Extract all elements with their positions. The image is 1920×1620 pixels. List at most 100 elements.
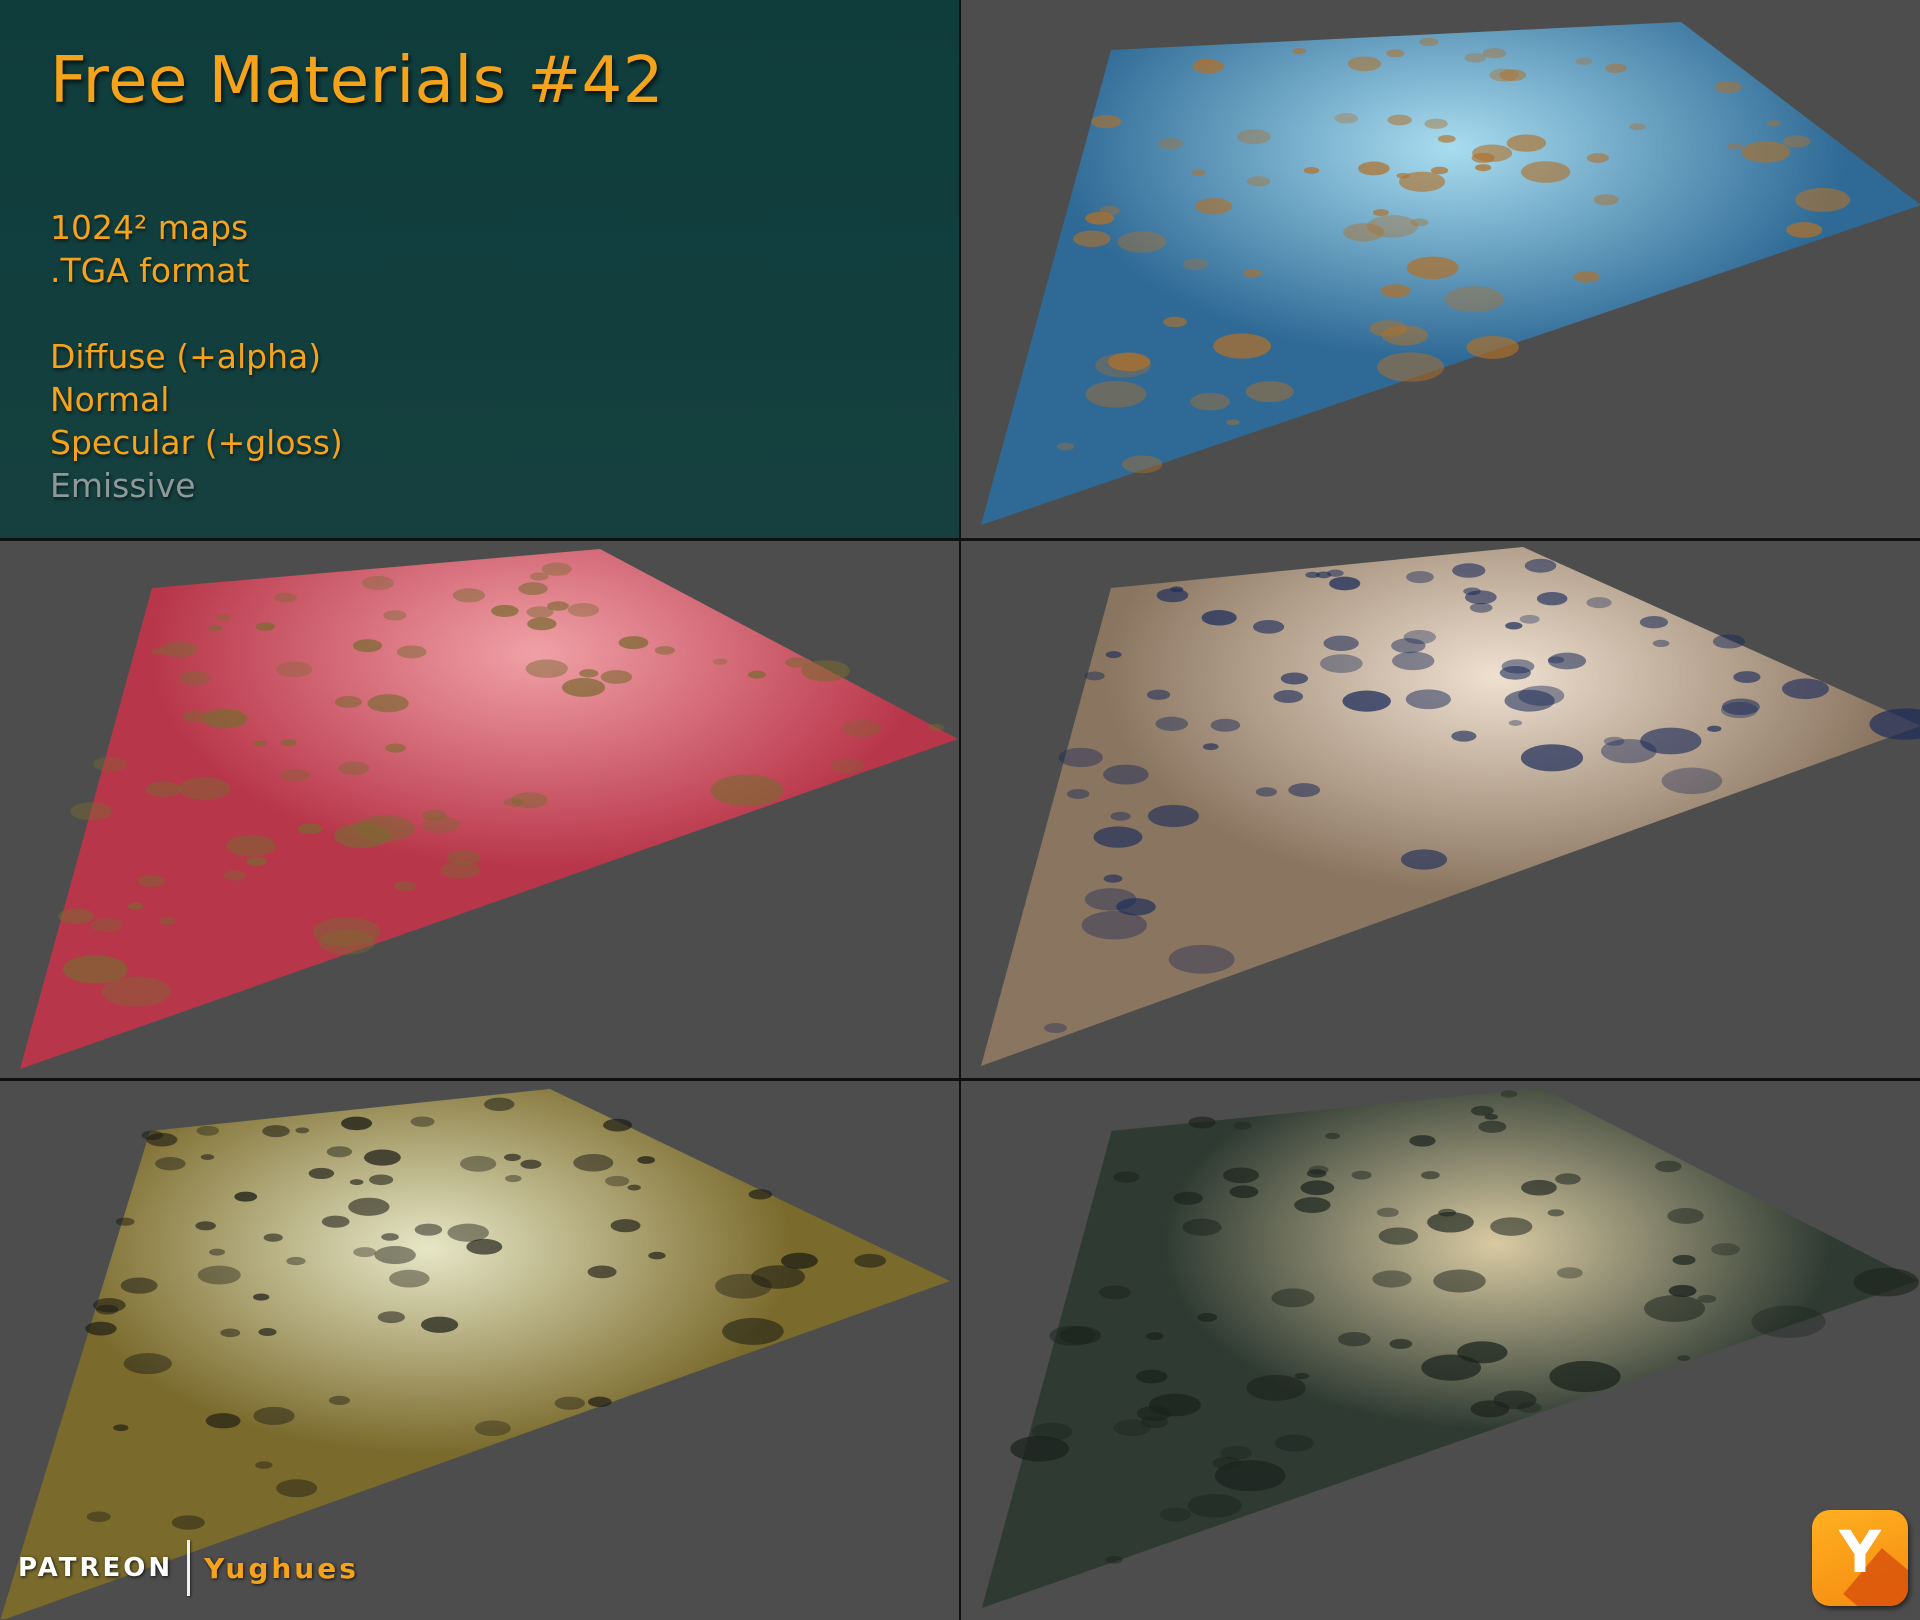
logo-glyph: Y <box>1839 1518 1881 1586</box>
texture-mark <box>1586 153 1609 163</box>
texture-mark <box>1482 48 1507 59</box>
texture-mark <box>527 617 557 631</box>
texture-mark <box>484 1097 515 1111</box>
texture-mark <box>1433 1269 1486 1293</box>
texture-mark <box>529 572 549 581</box>
texture-mark <box>253 740 267 747</box>
texture-mark <box>1031 1422 1073 1441</box>
texture-mark <box>1084 888 1137 911</box>
texture-mark <box>1226 419 1240 426</box>
texture-mark <box>748 1189 773 1200</box>
texture-mark <box>205 1413 241 1429</box>
texture-mark <box>1110 811 1131 821</box>
texture-mark <box>414 1223 443 1236</box>
texture-mark <box>1406 571 1434 584</box>
texture-mark <box>223 870 247 881</box>
texture-mark <box>1484 1113 1498 1120</box>
texture-mark <box>410 1116 435 1127</box>
texture-mark <box>712 658 728 665</box>
page-title: Free Materials #42 <box>50 44 664 118</box>
texture-mark <box>526 606 554 619</box>
texture-mark <box>1213 333 1271 359</box>
texture-mark <box>1547 656 1565 664</box>
texture-mark <box>1182 258 1209 270</box>
texture-mark <box>92 756 127 772</box>
texture-mark <box>554 1396 585 1410</box>
texture-mark <box>579 669 599 678</box>
texture-mark <box>748 670 766 679</box>
texture-mark <box>1400 849 1448 870</box>
map-item: Diffuse (+alpha) <box>50 337 322 376</box>
texture-mark <box>1387 114 1412 126</box>
texture-mark <box>1146 1332 1164 1340</box>
texture-mark <box>505 1174 522 1183</box>
texture-mark <box>421 1316 459 1333</box>
texture-mark <box>1380 284 1411 298</box>
texture-mark <box>1337 1331 1371 1347</box>
texture-mark <box>90 918 123 932</box>
map-item: Specular (+gloss) <box>50 423 343 462</box>
texture-mark <box>1726 142 1744 151</box>
texture-mark <box>1366 215 1419 238</box>
material-preview-beige <box>961 541 1920 1078</box>
texture-mark <box>1280 672 1309 685</box>
texture-mark <box>1524 558 1557 573</box>
texture-mark <box>1451 730 1477 742</box>
texture-mark <box>1405 689 1451 710</box>
texture-mark <box>208 625 223 632</box>
texture-mark <box>610 1219 641 1233</box>
texture-mark <box>333 823 391 849</box>
texture-mark <box>1672 1254 1696 1265</box>
texture-mark <box>1372 1270 1412 1288</box>
info-panel: Free Materials #42 1024² maps .TGA forma… <box>0 0 959 538</box>
preview-grid: Free Materials #42 1024² maps .TGA forma… <box>0 0 1920 1620</box>
texture-mark <box>1306 1169 1327 1178</box>
texture-mark <box>367 694 409 713</box>
yughues-logo-icon[interactable]: Y <box>1812 1510 1908 1606</box>
texture-mark <box>1427 1212 1474 1233</box>
texture-mark <box>58 908 94 924</box>
texture-mark <box>1173 1191 1203 1205</box>
texture-mark <box>1058 747 1103 768</box>
texture-mark <box>381 1233 399 1241</box>
texture-mark <box>520 1159 542 1169</box>
texture-mark <box>1640 727 1702 755</box>
texture-mark <box>1323 635 1359 652</box>
texture-mark <box>1751 1305 1826 1338</box>
texture-mark <box>1376 1207 1399 1218</box>
texture-mark <box>1575 57 1593 65</box>
texture-mark <box>587 1396 612 1408</box>
texture-mark <box>338 761 370 776</box>
texture-mark <box>1146 689 1171 700</box>
texture-mark <box>1188 1116 1216 1129</box>
texture-mark <box>1195 198 1233 215</box>
texture-mark <box>1085 211 1115 225</box>
texture-mark <box>1159 1507 1192 1522</box>
texture-mark <box>276 661 313 678</box>
texture-mark <box>200 1154 215 1160</box>
texture-mark <box>1136 1369 1168 1384</box>
texture-mark <box>158 917 176 925</box>
texture-mark <box>1073 230 1111 247</box>
texture-mark <box>141 1130 164 1140</box>
texture-mark <box>369 1174 394 1186</box>
texture-mark <box>1103 764 1149 785</box>
texture-mark <box>605 1175 630 1187</box>
texture-mark <box>1292 48 1307 55</box>
texture-mark <box>1085 381 1147 408</box>
texture-mark <box>1210 718 1241 732</box>
resolution-label: 1024² maps <box>50 208 249 247</box>
texture-mark <box>255 1461 273 1469</box>
texture-mark <box>1470 1400 1510 1418</box>
texture-mark <box>1499 666 1531 680</box>
texture-mark <box>1271 1288 1315 1308</box>
texture-mark <box>226 834 276 857</box>
texture-mark <box>1342 690 1391 712</box>
branding-divider <box>187 1540 191 1596</box>
patreon-branding[interactable]: PATREON Yughues <box>18 1540 359 1596</box>
texture-mark <box>1518 685 1565 706</box>
texture-mark <box>1475 164 1492 172</box>
texture-mark <box>654 645 675 655</box>
material-preview-dark: Y <box>961 1081 1920 1620</box>
texture-mark <box>262 1125 290 1138</box>
